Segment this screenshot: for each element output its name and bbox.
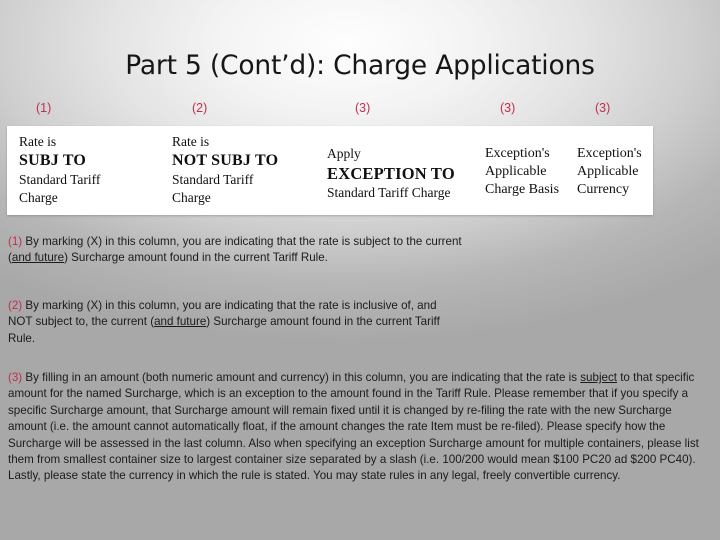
footnote-3-marker: (3) <box>8 371 23 384</box>
page-title: Part 5 (Cont’d): Charge Applications <box>125 50 595 81</box>
column-marker-1: (1) <box>36 101 52 115</box>
column-2-line-2: NOT SUBJ TO <box>172 151 279 169</box>
column-4-line-3: Charge Basis <box>485 182 560 198</box>
column-1-line-2: SUBJ TO <box>19 151 87 169</box>
column-5-line-3: Currency <box>577 182 630 198</box>
footnote-3: (3) By filling in an amount (both numeri… <box>8 370 708 485</box>
column-marker-4: (3) <box>500 101 516 115</box>
slide-canvas: Part 5 (Cont’d): Charge Applications (1)… <box>0 0 720 540</box>
table-column-header-4: Exception's Applicable Charge Basis <box>485 145 577 200</box>
footnote-1: (1) By marking (X) in this column, you a… <box>8 234 478 267</box>
column-3-line-1: Apply <box>327 146 361 161</box>
column-1-line-1: Rate is <box>19 134 57 149</box>
column-3-line-3: Standard Tariff Charge <box>327 184 451 200</box>
footnote-3-text-b: to that specific amount for the named Su… <box>8 371 699 483</box>
table-column-header-2: Rate is NOT SUBJ TO Standard Tariff Char… <box>172 133 324 206</box>
table-column-header-5: Exception's Applicable Currency <box>577 145 653 200</box>
footnote-1-text-b: ) Surcharge amount found in the current … <box>64 251 328 265</box>
column-2-line-4: Charge <box>172 189 211 205</box>
column-1-line-3: Standard Tariff <box>19 172 101 188</box>
footnote-1-underlined: and future <box>11 251 65 265</box>
footnote-3-text-a: By filling in an amount (both numeric am… <box>22 371 581 384</box>
column-marker-3: (3) <box>355 101 371 115</box>
table-column-header-3: Apply EXCEPTION TO Standard Tariff Charg… <box>327 145 487 202</box>
column-5-line-1: Exception's <box>577 146 642 161</box>
column-4-line-2: Applicable <box>485 164 547 180</box>
table-header-figure: Rate is SUBJ TO Standard Tariff Charge R… <box>7 126 653 215</box>
footnote-2: (2) By marking (X) in this column, you a… <box>8 298 458 347</box>
footnote-3-underlined: subject <box>580 371 617 384</box>
column-3-line-2: EXCEPTION TO <box>327 163 455 183</box>
column-marker-5: (3) <box>595 101 611 115</box>
column-marker-2: (2) <box>192 101 208 115</box>
column-2-line-3: Standard Tariff <box>172 172 254 188</box>
column-2-line-1: Rate is <box>172 134 210 149</box>
footnote-2-underlined: and future <box>154 315 207 329</box>
column-1-line-4: Charge <box>19 189 58 205</box>
column-4-line-1: Exception's <box>485 146 550 161</box>
column-5-line-2: Applicable <box>577 164 639 180</box>
footnote-2-marker: (2) <box>8 299 23 312</box>
table-column-header-1: Rate is SUBJ TO Standard Tariff Charge <box>19 133 169 206</box>
footnote-1-marker: (1) <box>8 235 23 248</box>
